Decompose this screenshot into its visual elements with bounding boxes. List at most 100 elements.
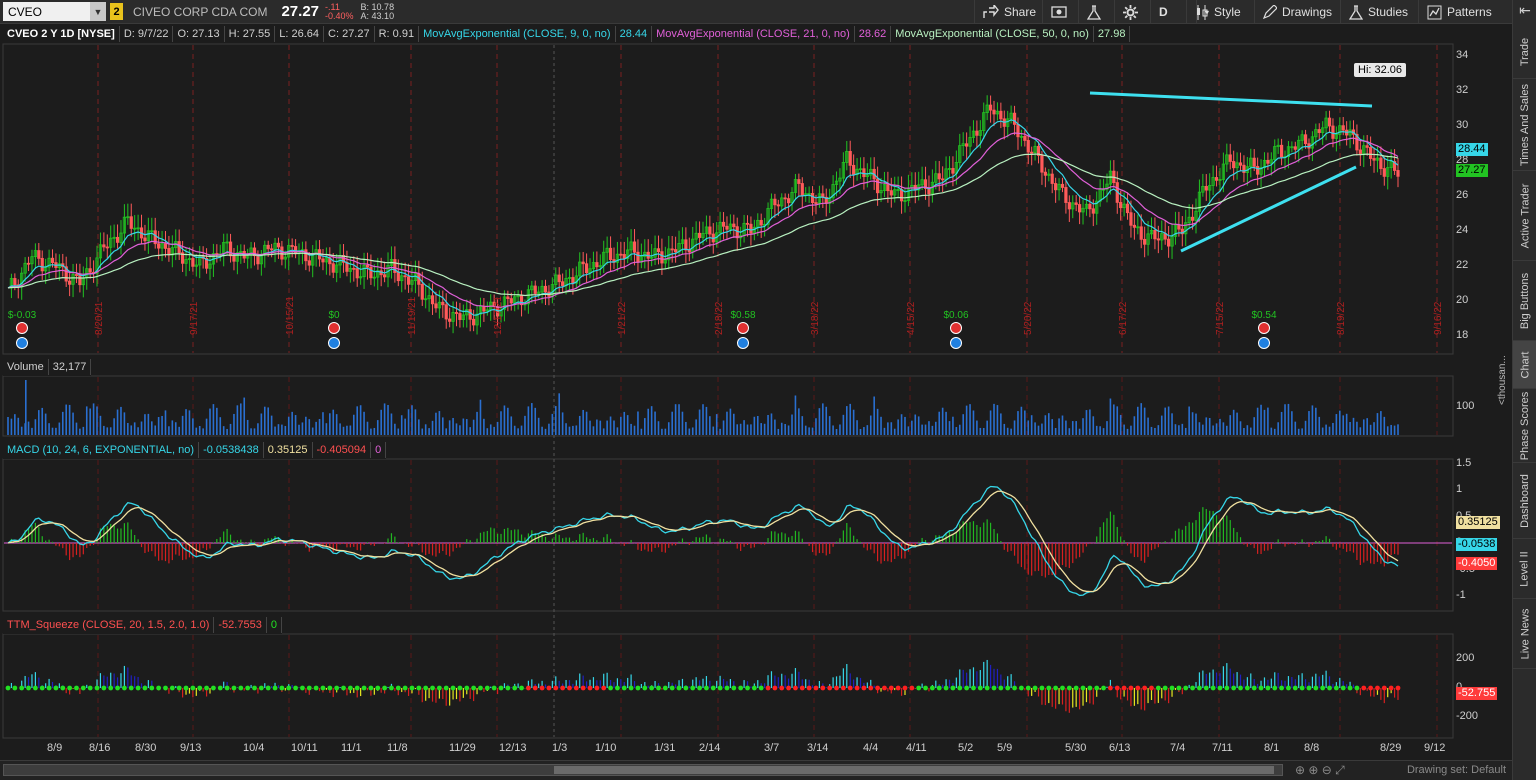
- chart-scrollbar[interactable]: [3, 764, 1283, 776]
- volume-bar: [1017, 411, 1019, 435]
- dividend-amount: $0: [328, 310, 340, 321]
- volume-bar: [428, 428, 430, 435]
- sidebar-tab-trade[interactable]: Trade: [1513, 25, 1536, 79]
- volume-bar: [1311, 405, 1314, 435]
- x-tick: 1/3: [552, 742, 568, 754]
- squeeze-dot: [395, 685, 401, 691]
- sidebar-tab-times-and-sales[interactable]: Times And Sales: [1513, 79, 1536, 171]
- dividend-marker[interactable]: $0.54: [1246, 310, 1282, 349]
- sidebar-tab-phase-scores[interactable]: Phase Scores: [1513, 389, 1536, 463]
- volume-bar: [1140, 403, 1143, 435]
- x-tick: 4/4: [863, 742, 879, 754]
- volume-bar: [650, 406, 653, 435]
- volume-bar: [688, 428, 691, 435]
- dividend-marker[interactable]: $-0.03: [4, 310, 40, 349]
- sidebar-tab-active-trader[interactable]: Active Trader: [1513, 171, 1536, 261]
- squeeze-dot: [1073, 685, 1079, 691]
- squeeze-dot: [1251, 685, 1257, 691]
- volume-bar: [671, 411, 673, 435]
- volume-bar: [681, 411, 684, 435]
- volume-bar: [1130, 425, 1132, 435]
- squeeze-dot: [902, 685, 908, 691]
- volume-bar: [82, 426, 85, 435]
- support-trendline[interactable]: [1180, 165, 1357, 253]
- candle-body: [697, 232, 702, 238]
- drawing-set[interactable]: Drawing set: Default: [1407, 764, 1506, 776]
- ttm-tick: 200: [1456, 652, 1475, 664]
- volume-bar: [935, 421, 937, 435]
- volume-bar: [1284, 404, 1286, 435]
- squeeze-dot: [758, 685, 764, 691]
- squeeze-dot: [608, 685, 613, 691]
- dividend-marker[interactable]: $0.06: [938, 310, 974, 349]
- squeeze-dot: [745, 685, 750, 691]
- chart-area[interactable]: [0, 0, 1512, 760]
- squeeze-dot: [265, 685, 271, 691]
- volume-bar: [1301, 428, 1303, 435]
- volume-bar: [1373, 422, 1375, 435]
- volume-bar: [791, 414, 793, 435]
- dividend-marker[interactable]: $0.58: [725, 310, 761, 349]
- volume-bar: [7, 417, 9, 435]
- squeeze-dot: [1368, 685, 1374, 691]
- volume-bar: [1184, 427, 1187, 435]
- volume-bar: [212, 404, 215, 435]
- x-tick: 1/10: [595, 742, 617, 754]
- candle-body: [383, 274, 387, 278]
- ttm-title[interactable]: TTM_Squeeze (CLOSE, 20, 1.5, 2.0, 1.0): [3, 617, 215, 633]
- squeeze-dot: [560, 685, 566, 691]
- volume-bar: [1116, 406, 1119, 435]
- volume-bar: [695, 419, 697, 435]
- dividend-marker[interactable]: $0: [316, 310, 352, 349]
- sidebar-tab-level-ii[interactable]: Level II: [1513, 539, 1536, 599]
- sidebar-tab-chart[interactable]: Chart: [1513, 341, 1536, 389]
- squeeze-dot: [101, 685, 107, 691]
- squeeze-dot: [1327, 685, 1332, 691]
- volume-bar: [554, 406, 557, 435]
- squeeze-dot: [779, 685, 785, 691]
- macd-header: MACD (10, 24, 6, EXPONENTIAL, no) -0.053…: [3, 441, 387, 459]
- macd-title[interactable]: MACD (10, 24, 6, EXPONENTIAL, no): [3, 442, 200, 458]
- volume-bar: [147, 413, 150, 435]
- collapse-icon[interactable]: ⇤: [1513, 2, 1536, 19]
- candle-body: [1204, 186, 1208, 191]
- volume-bar: [486, 428, 489, 435]
- candle-body: [786, 198, 791, 204]
- volume-bar: [842, 414, 845, 435]
- volume-bar: [733, 413, 735, 435]
- squeeze-dot: [1025, 685, 1031, 691]
- candle-body: [674, 249, 678, 253]
- volume-bar: [1369, 424, 1372, 435]
- volume-bar: [1202, 424, 1204, 435]
- volume-bar: [1051, 419, 1054, 435]
- squeeze-dot: [888, 685, 894, 691]
- volume-bar: [226, 428, 228, 435]
- sidebar-tab-live-news[interactable]: Live News: [1513, 599, 1536, 669]
- candle-body: [13, 278, 17, 286]
- x-tick: 11/29: [449, 742, 476, 754]
- macd-value-tag: -0.0538: [1456, 538, 1498, 551]
- month-label: 3/18/22: [810, 301, 821, 335]
- squeeze-dot: [1128, 685, 1134, 691]
- squeeze-dot: [341, 685, 346, 691]
- volume-title[interactable]: Volume: [3, 359, 49, 375]
- squeeze-dot: [423, 685, 429, 691]
- squeeze-dot: [204, 685, 209, 691]
- volume-bar: [246, 419, 249, 435]
- squeeze-dot: [53, 685, 59, 691]
- squeeze-dot: [94, 685, 100, 691]
- scroll-thumb[interactable]: [554, 766, 1274, 774]
- volume-bar: [763, 423, 766, 435]
- sidebar-tab-big-buttons[interactable]: Big Buttons: [1513, 261, 1536, 341]
- squeeze-dot: [1018, 685, 1024, 691]
- zoom-controls-icon[interactable]: ⊕ ⊕ ⊖ ⤢: [1295, 763, 1345, 778]
- candle-body: [656, 248, 661, 253]
- price-tick: 18: [1456, 329, 1469, 341]
- sidebar-tab-dashboard[interactable]: Dashboard: [1513, 463, 1536, 539]
- candle-body: [800, 183, 804, 196]
- volume-bar: [835, 428, 838, 435]
- squeeze-dot: [1080, 685, 1086, 691]
- earnings-icon: [328, 322, 340, 334]
- resistance-trendline[interactable]: [1089, 91, 1373, 108]
- volume-bar: [298, 424, 300, 435]
